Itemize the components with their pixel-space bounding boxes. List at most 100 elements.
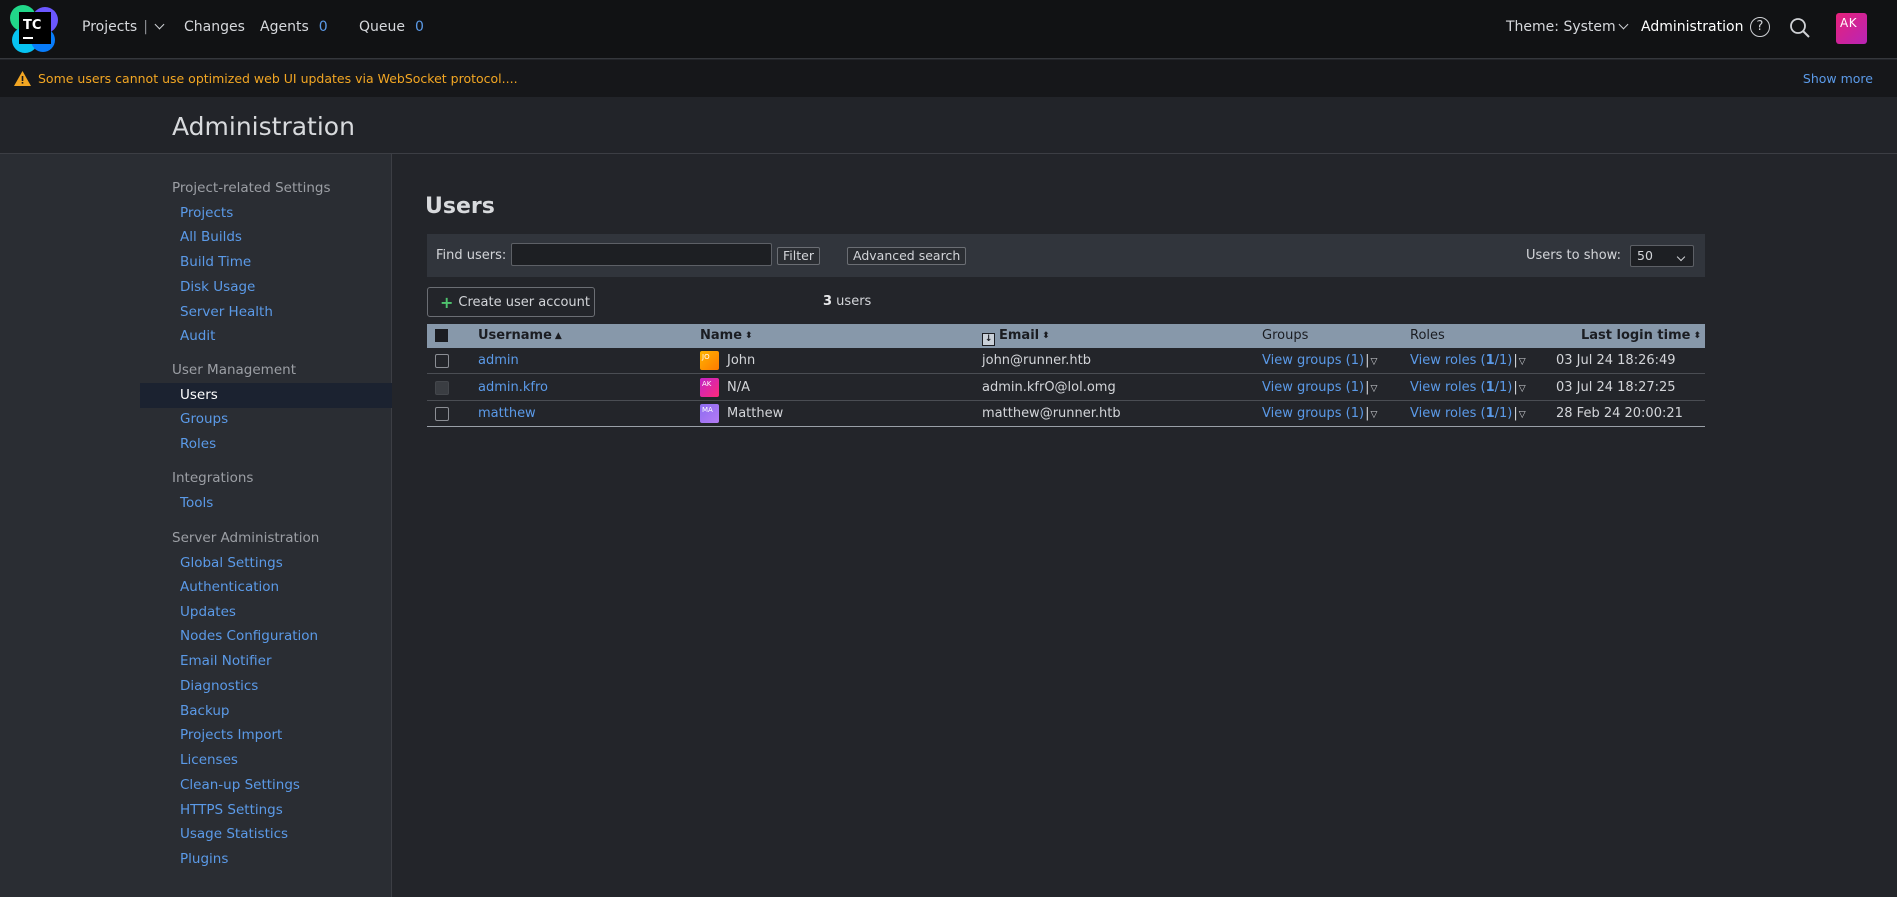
sidebar-item-disk-usage[interactable]: Disk Usage [180,279,255,295]
warning-bar: Some users cannot use optimized web UI u… [0,60,1897,97]
sidebar-item-email-notifier[interactable]: Email Notifier [180,653,272,669]
table-row: matthew MA Matthew matthew@runner.htb Vi… [427,401,1705,427]
help-icon[interactable]: ? [1750,17,1770,37]
user-count: 3 users [823,294,871,309]
nav-projects-label: Projects [82,19,138,35]
select-all-checkbox[interactable] [435,329,448,342]
dropdown-triangle-icon[interactable]: ▽ [1370,384,1377,394]
users-to-show-value: 50 [1637,248,1653,263]
nav-changes[interactable]: Changes [184,0,245,54]
last-login-time: 03 Jul 24 18:27:25 [1556,380,1676,395]
dropdown-triangle-icon[interactable]: ▽ [1519,384,1526,394]
column-last-login[interactable]: Last login time ⬍ [1581,328,1701,343]
find-users-input[interactable] [511,243,772,266]
sidebar-item-cleanup-settings[interactable]: Clean-up Settings [180,777,300,793]
separator: | [1513,406,1518,421]
dropdown-triangle-icon[interactable]: ▽ [1370,410,1377,420]
sidebar-item-https-settings[interactable]: HTTPS Settings [180,802,283,818]
nav-separator: | [143,19,148,35]
nav-projects[interactable]: Projects | [82,0,165,54]
row-checkbox[interactable] [435,354,449,368]
sidebar-item-tools[interactable]: Tools [180,495,213,511]
warning-text[interactable]: Some users cannot use optimized web UI u… [38,71,518,86]
show-more-link[interactable]: Show more [1803,71,1873,86]
sort-icon: ⬍ [1042,331,1050,341]
user-avatar[interactable]: AK [1836,13,1867,44]
column-name-label: Name [700,328,743,343]
theme-selector[interactable]: Theme: System [1506,0,1629,54]
roles-prefix: View roles ( [1410,380,1486,395]
column-email[interactable]: ↓ Email ⬍ [982,328,1050,346]
teamcity-logo[interactable]: TC [9,4,60,54]
sidebar-item-global-settings[interactable]: Global Settings [180,555,283,571]
separator: | [1513,380,1518,395]
users-to-show-label: Users to show: [1526,248,1621,263]
sidebar-item-audit[interactable]: Audit [180,328,215,344]
user-name: N/A [727,380,750,395]
user-email: john@runner.htb [982,353,1091,368]
roles-prefix: View roles ( [1410,406,1486,421]
chevron-down-icon [1618,19,1629,29]
roles-count: 1 [1485,406,1495,421]
view-groups-link[interactable]: View groups (1) [1262,380,1364,395]
sidebar-section-project-settings: Project-related Settings [172,180,331,196]
sidebar-item-nodes-configuration[interactable]: Nodes Configuration [180,628,318,644]
download-icon[interactable]: ↓ [982,333,995,346]
roles-suffix: /1) [1494,380,1513,395]
table-row: admin.kfro AK N/A admin.kfrO@lol.omg Vie… [427,375,1705,401]
create-user-label: Create user account [458,294,591,310]
column-username[interactable]: Username ▲ [478,328,562,343]
sidebar-item-plugins[interactable]: Plugins [180,851,228,867]
create-user-account-button[interactable]: + Create user account [427,287,595,317]
plus-icon: + [440,292,454,312]
sidebar-section-server-administration: Server Administration [172,530,320,546]
view-roles-link[interactable]: View roles (1/1) [1410,406,1512,421]
sidebar-item-projects-import[interactable]: Projects Import [180,727,282,743]
separator: | [1365,380,1370,395]
filter-button[interactable]: Filter [777,247,820,265]
warning-icon [14,71,31,86]
column-last-login-label: Last login time [1580,328,1691,343]
last-login-time: 03 Jul 24 18:26:49 [1556,353,1676,368]
find-users-label: Find users: [436,248,507,263]
search-icon[interactable] [1789,17,1811,39]
nav-queue[interactable]: Queue 0 [359,0,424,54]
sidebar-item-roles[interactable]: Roles [180,436,216,452]
sidebar-item-usage-statistics[interactable]: Usage Statistics [180,826,288,842]
sidebar-item-users[interactable]: Users [180,387,218,403]
queue-count: 0 [415,19,424,35]
user-avatar: JO [700,351,719,370]
page-title: Administration [172,112,355,141]
sort-icon: ⬍ [745,331,753,341]
dropdown-triangle-icon[interactable]: ▽ [1519,410,1526,420]
column-name[interactable]: Name ⬍ [700,328,753,343]
view-roles-link[interactable]: View roles (1/1) [1410,353,1512,368]
view-roles-link[interactable]: View roles (1/1) [1410,380,1512,395]
sidebar-item-build-time[interactable]: Build Time [180,254,251,270]
view-groups-link[interactable]: View groups (1) [1262,353,1364,368]
groups-cell: View groups (1)|▽ [1262,353,1377,368]
user-avatar: AK [700,378,719,397]
sidebar-item-licenses[interactable]: Licenses [180,752,238,768]
nav-administration[interactable]: Administration [1641,0,1743,54]
users-to-show-select[interactable]: 50 [1630,245,1694,267]
groups-cell: View groups (1)|▽ [1262,380,1377,395]
username-link[interactable]: admin [478,353,519,368]
dropdown-triangle-icon[interactable]: ▽ [1370,357,1377,367]
sidebar-item-backup[interactable]: Backup [180,703,230,719]
nav-agents[interactable]: Agents 0 [260,0,328,54]
row-checkbox[interactable] [435,407,449,421]
dropdown-triangle-icon[interactable]: ▽ [1519,357,1526,367]
advanced-search-button[interactable]: Advanced search [847,247,967,265]
chevron-down-icon[interactable] [154,19,165,29]
sidebar-item-all-builds[interactable]: All Builds [180,229,242,245]
sidebar-item-groups[interactable]: Groups [180,411,228,427]
view-groups-link[interactable]: View groups (1) [1262,406,1364,421]
sidebar-item-diagnostics[interactable]: Diagnostics [180,678,258,694]
sidebar-item-projects[interactable]: Projects [180,205,233,221]
sidebar-item-updates[interactable]: Updates [180,604,236,620]
username-link[interactable]: matthew [478,406,536,421]
username-link[interactable]: admin.kfro [478,380,548,395]
sidebar-item-authentication[interactable]: Authentication [180,579,279,595]
sidebar-item-server-health[interactable]: Server Health [180,304,273,320]
